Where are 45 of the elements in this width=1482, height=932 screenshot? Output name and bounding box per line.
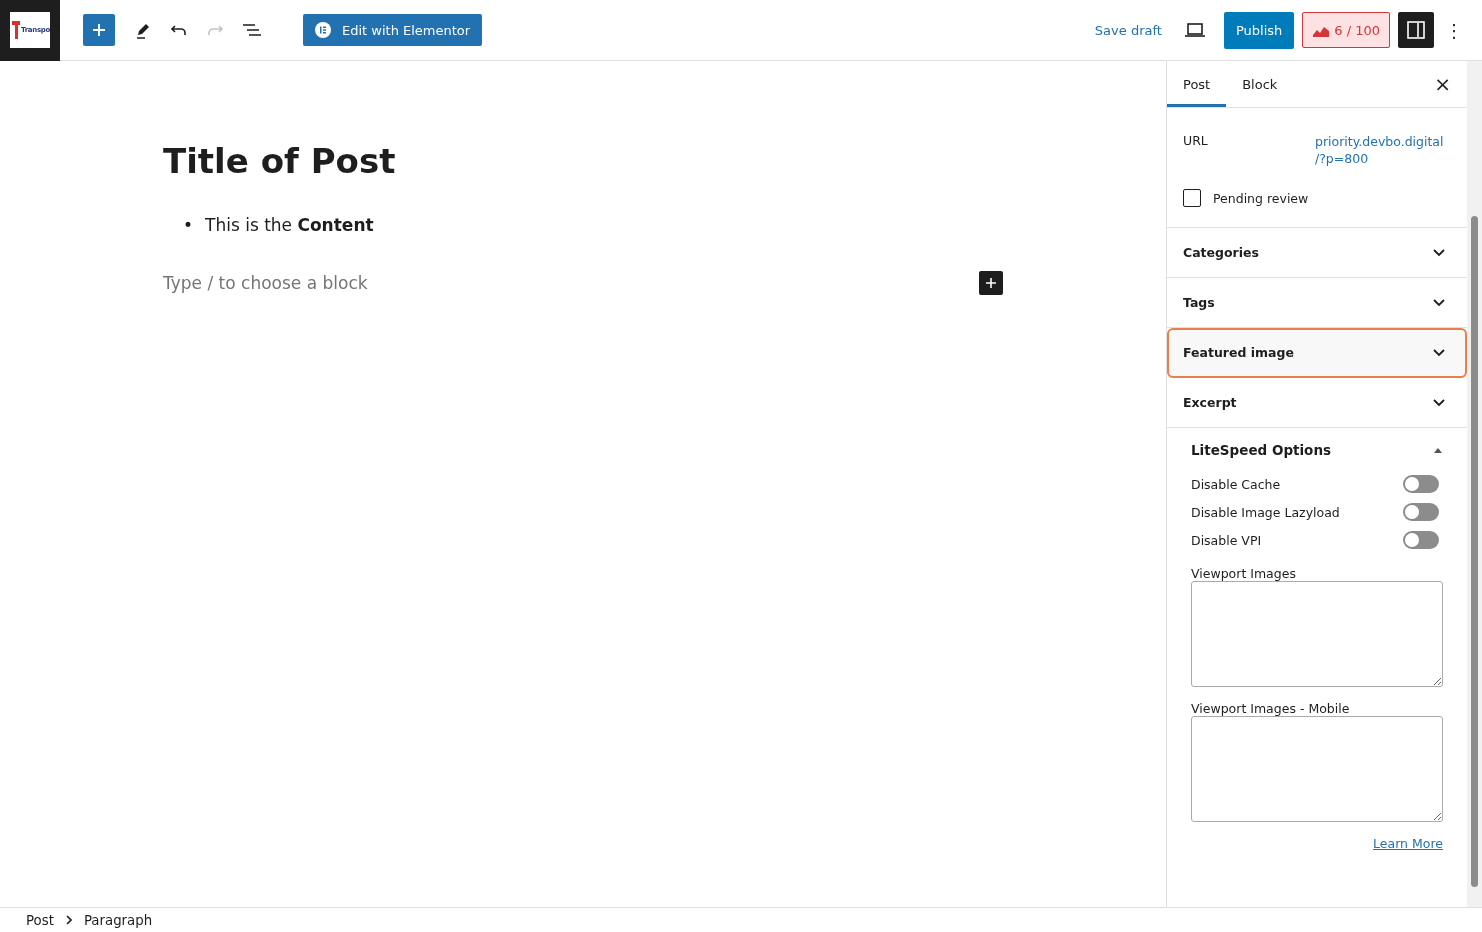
add-block-button[interactable] xyxy=(83,14,115,46)
section-title: LiteSpeed Options xyxy=(1191,442,1332,458)
add-block-button[interactable] xyxy=(979,271,1003,295)
seo-score-button[interactable]: 6 / 100 xyxy=(1302,12,1390,48)
preview-icon[interactable] xyxy=(1183,20,1206,40)
panel-header[interactable]: Featured image xyxy=(1167,328,1467,378)
post-title: Title of Post xyxy=(163,141,397,181)
settings-toggle-button[interactable] xyxy=(1398,12,1434,48)
chevron-down-icon xyxy=(1433,348,1445,357)
edit-with-elementor-button[interactable]: Edit with Elementor xyxy=(303,14,483,46)
sidebar-tab[interactable]: Block xyxy=(1226,61,1294,107)
chevron-right-icon xyxy=(65,915,72,925)
toggle-label: Disable Cache xyxy=(1191,476,1281,492)
plus-icon xyxy=(985,277,997,289)
save-draft-button[interactable]: Save draft xyxy=(1094,22,1162,38)
block-placeholder[interactable]: Type / to choose a block xyxy=(163,273,368,293)
bullet: • xyxy=(183,214,194,237)
learn-more-link[interactable]: Learn More xyxy=(1373,836,1443,851)
field-label: Viewport Images xyxy=(1191,566,1297,581)
sidebar-icon xyxy=(1407,21,1425,39)
logo-icon xyxy=(12,19,20,41)
checkbox-label: Pending review xyxy=(1213,190,1309,206)
scrollbar[interactable] xyxy=(1467,61,1482,907)
toggle-switch[interactable] xyxy=(1403,503,1439,521)
more-options-button[interactable]: ⋮ xyxy=(1444,19,1464,41)
list-item: This is the Content xyxy=(205,214,374,237)
url-label: URL xyxy=(1183,133,1209,150)
elementor-icon xyxy=(315,22,331,38)
chevron-down-icon xyxy=(1433,248,1445,257)
close-button[interactable]: × xyxy=(1434,72,1451,96)
triangle-up-icon[interactable] xyxy=(1433,447,1443,453)
chevron-down-icon xyxy=(1433,298,1445,307)
plus-icon xyxy=(92,23,106,37)
toggle-label: Disable Image Lazyload xyxy=(1191,504,1340,520)
field-label: Viewport Images - Mobile xyxy=(1191,701,1351,716)
sidebar-tab[interactable]: Post xyxy=(1167,61,1227,107)
url-link[interactable]: priority.devbo.digital /?p=800 xyxy=(1315,133,1445,167)
breadcrumb-item[interactable]: Paragraph xyxy=(83,912,153,928)
toggle-label: Disable VPI xyxy=(1191,532,1262,548)
publish-button[interactable]: Publish xyxy=(1223,11,1295,49)
chevron-down-icon xyxy=(1433,398,1445,407)
toggle-switch[interactable] xyxy=(1403,531,1439,549)
breadcrumb-item[interactable]: Post xyxy=(26,912,54,928)
toggle-switch[interactable] xyxy=(1403,475,1439,493)
checkbox[interactable] xyxy=(1183,189,1201,207)
